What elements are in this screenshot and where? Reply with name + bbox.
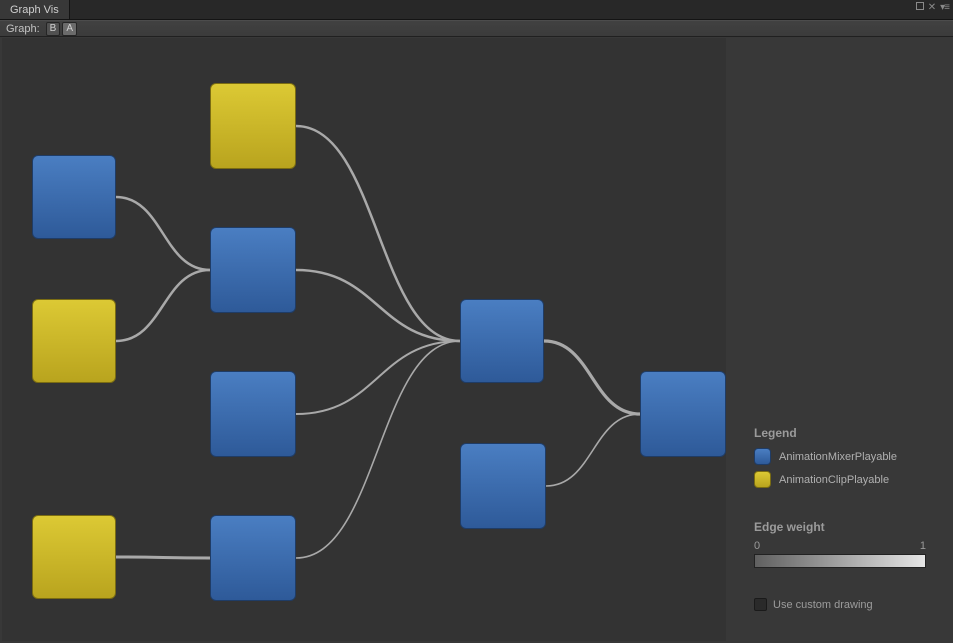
graph-toggle-a[interactable]: A <box>62 22 77 36</box>
edge-weight-scale: 0 1 <box>754 540 926 552</box>
use-custom-drawing-row[interactable]: Use custom drawing <box>754 598 873 611</box>
edge-weight-gradient <box>754 554 926 568</box>
close-icon[interactable]: ✕ <box>928 2 936 13</box>
graph-edge <box>116 270 210 341</box>
graph-node[interactable] <box>32 299 116 383</box>
legend-item-label: AnimationClipPlayable <box>779 474 889 486</box>
maximize-icon[interactable] <box>916 2 924 10</box>
graph-edge <box>544 341 640 414</box>
graph-node[interactable] <box>210 83 296 169</box>
legend-item: AnimationClipPlayable <box>754 471 944 488</box>
toolbar-label: Graph: <box>6 23 40 35</box>
legend-title: Legend <box>754 426 944 440</box>
edge-weight-title: Edge weight <box>754 520 926 534</box>
graph-edge <box>296 341 460 414</box>
toolbar-buttons: BA <box>46 22 79 36</box>
blue-swatch-icon <box>754 448 771 465</box>
graph-node[interactable] <box>210 227 296 313</box>
legend: Legend AnimationMixerPlayable AnimationCl… <box>754 426 944 494</box>
tab-label: Graph Vis <box>10 4 59 16</box>
yellow-swatch-icon <box>754 471 771 488</box>
edge-weight-section: Edge weight 0 1 <box>754 520 926 568</box>
edge-weight-min: 0 <box>754 540 760 552</box>
graph-edge <box>116 197 210 270</box>
graph-edge <box>116 557 210 558</box>
legend-item: AnimationMixerPlayable <box>754 448 944 465</box>
titlebar: Graph Vis ✕ ▾≡ <box>0 0 953 20</box>
edge-weight-max: 1 <box>920 540 926 552</box>
legend-item-label: AnimationMixerPlayable <box>779 451 897 463</box>
graph-node[interactable] <box>32 515 116 599</box>
graph-edge <box>546 414 640 486</box>
graph-node[interactable] <box>210 371 296 457</box>
graph-vis-window: Graph Vis ✕ ▾≡ Graph: BA Lege <box>0 0 953 643</box>
graph-node[interactable] <box>460 443 546 529</box>
tab-graph-vis[interactable]: Graph Vis <box>0 0 70 19</box>
graph-node[interactable] <box>32 155 116 239</box>
graph-viewport[interactable] <box>2 38 726 641</box>
graph-edge <box>296 126 460 341</box>
graph-node[interactable] <box>210 515 296 601</box>
use-custom-drawing-checkbox[interactable] <box>754 598 767 611</box>
graph-edge <box>296 341 460 558</box>
graph-node[interactable] <box>460 299 544 383</box>
graph-toggle-b[interactable]: B <box>46 22 61 36</box>
window-menu-icon[interactable]: ▾≡ <box>940 2 949 13</box>
graph-node[interactable] <box>640 371 726 457</box>
graph-edge <box>296 270 460 341</box>
window-controls: ✕ ▾≡ <box>916 2 949 13</box>
side-panel: Legend AnimationMixerPlayable AnimationCl… <box>726 38 953 641</box>
toolbar: Graph: BA <box>0 20 953 37</box>
use-custom-drawing-label: Use custom drawing <box>773 599 873 611</box>
